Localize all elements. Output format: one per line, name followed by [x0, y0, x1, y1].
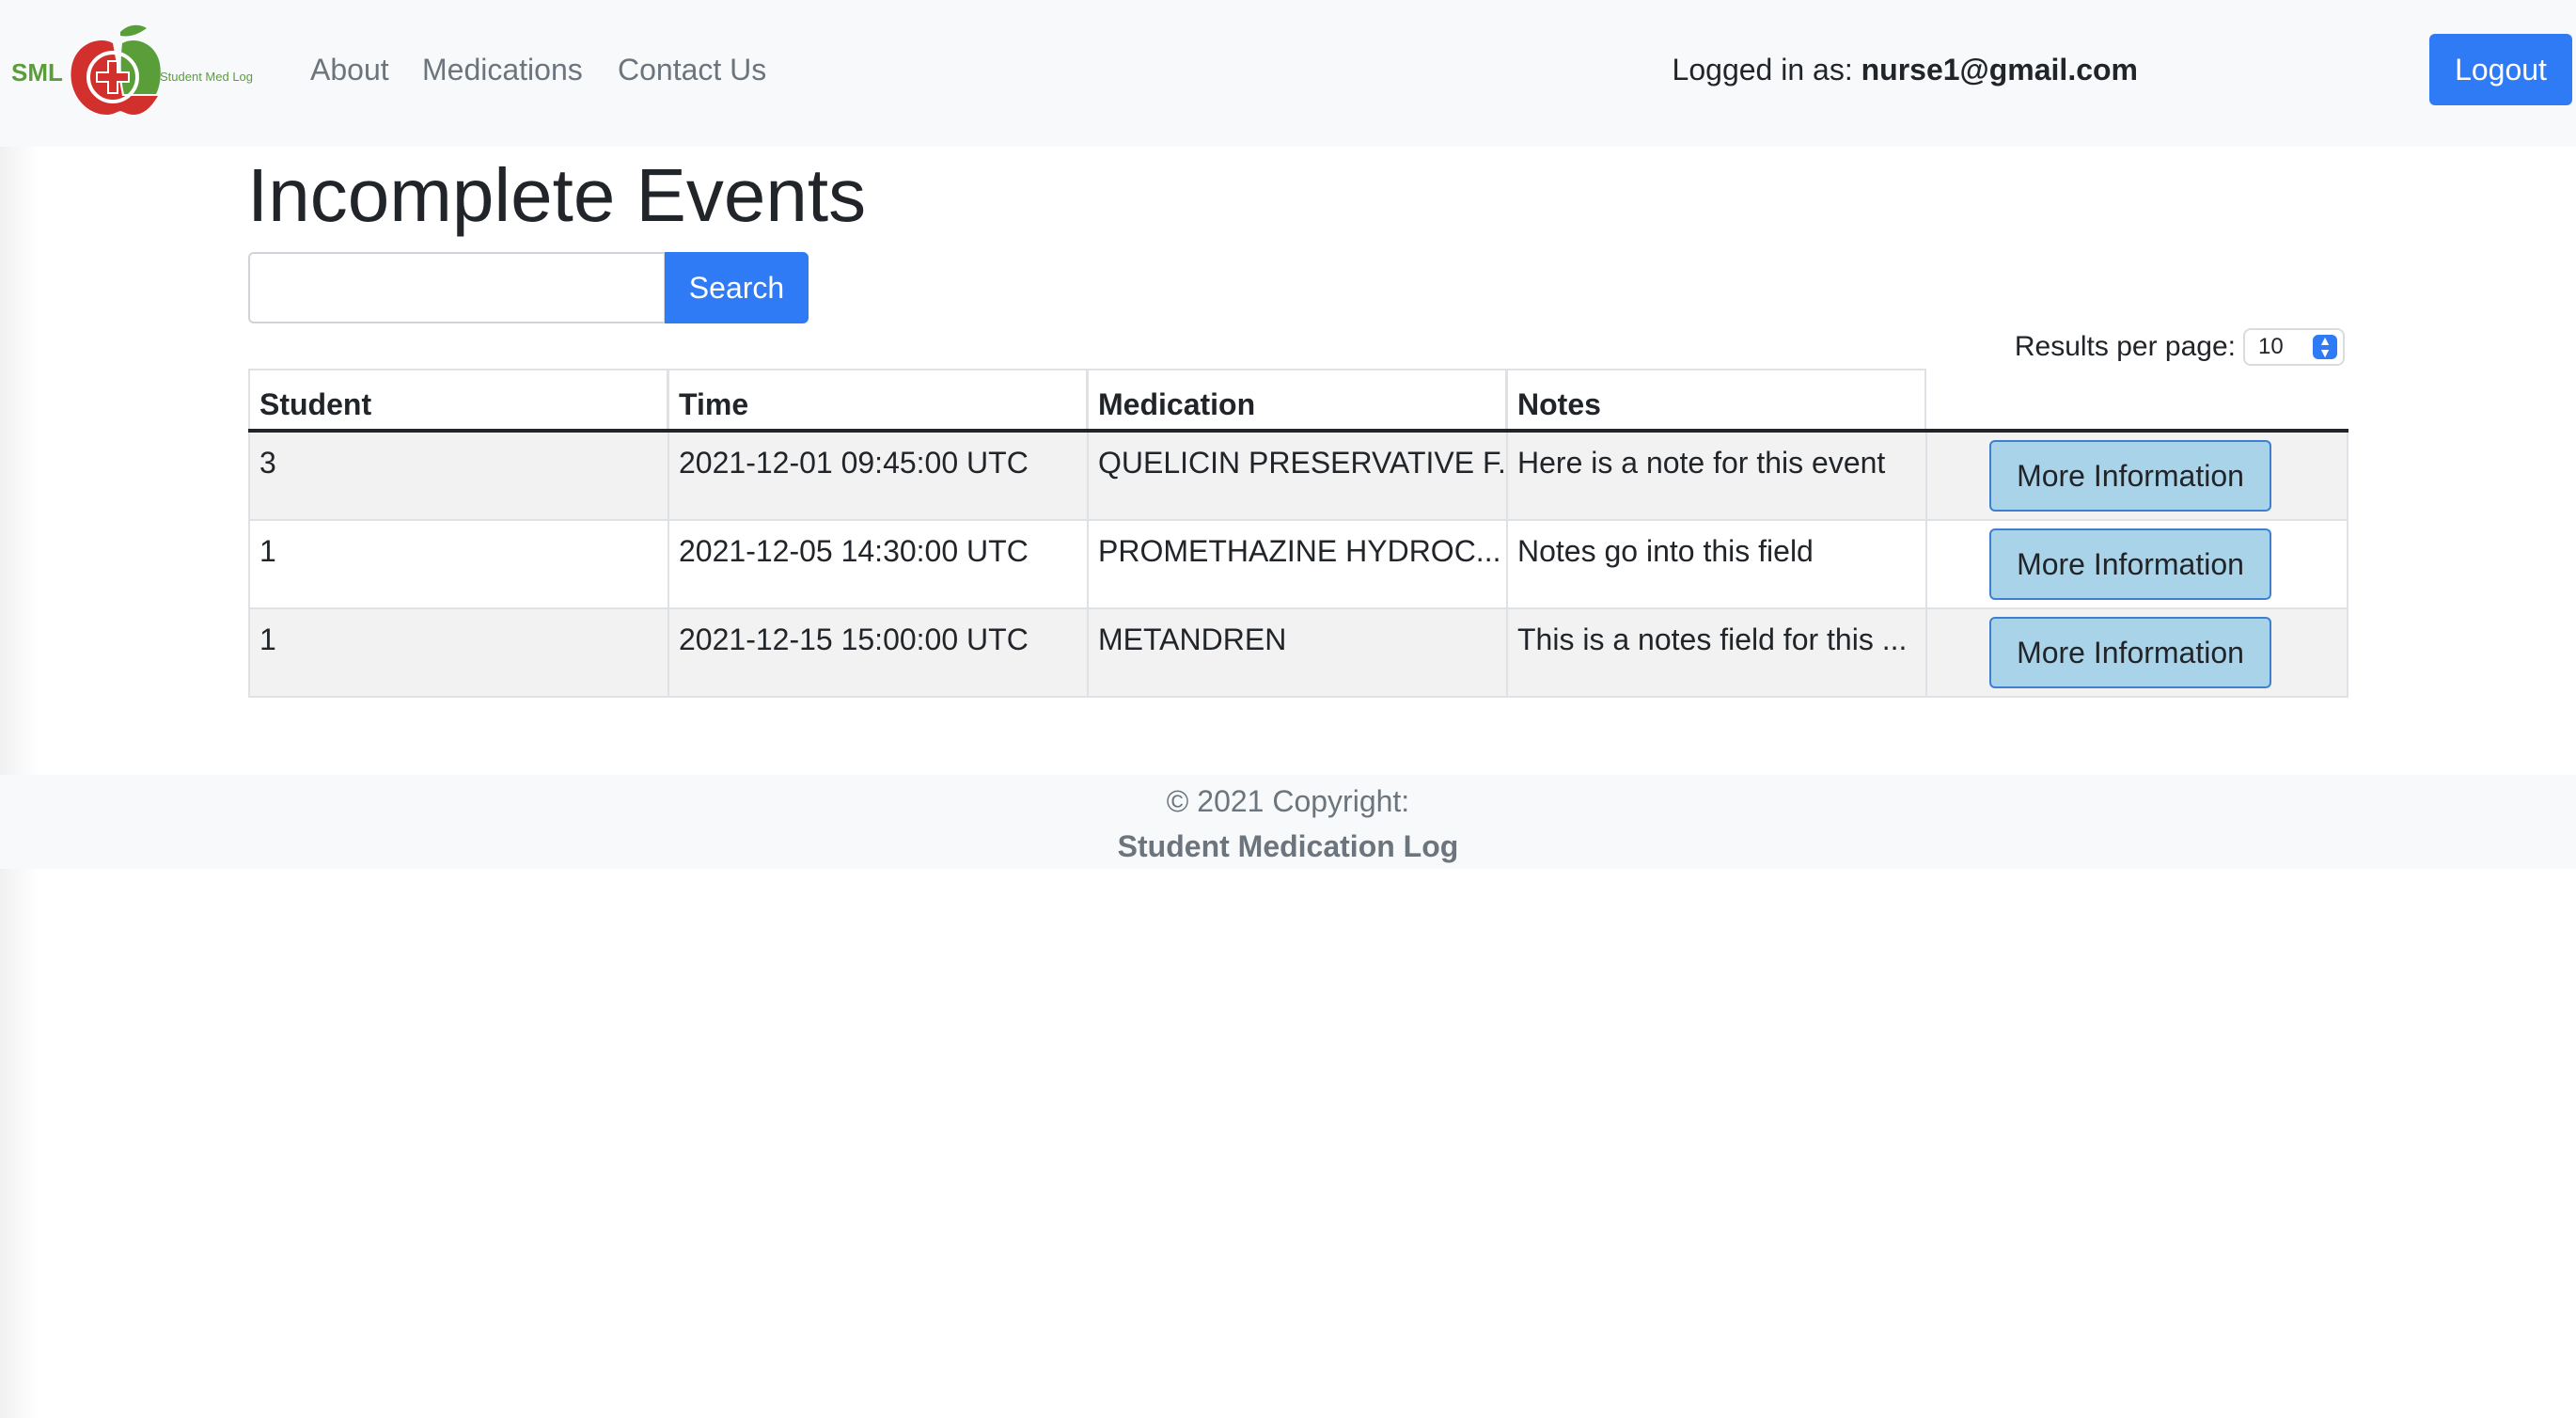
cell-actions: More Information: [1925, 433, 2348, 521]
table-row: 1 2021-12-05 14:30:00 UTC PROMETHAZINE H…: [248, 521, 2348, 609]
svg-text:SML: SML: [11, 58, 63, 87]
search-button[interactable]: Search: [665, 252, 809, 323]
nav-link-medications[interactable]: Medications: [422, 49, 583, 90]
incomplete-events-table: Student Time Medication Notes 3 2021-12-…: [248, 369, 2348, 698]
chevron-updown-icon: ▲ ▼: [2313, 334, 2337, 359]
more-information-button[interactable]: More Information: [1989, 440, 2271, 512]
footer-copyright: © 2021 Copyright:: [1166, 784, 1410, 818]
page-footer: © 2021 Copyright: Student Medication Log: [0, 775, 2576, 869]
logged-in-label: Logged in as:: [1672, 53, 1853, 87]
cell-actions: More Information: [1925, 521, 2348, 609]
cell-time: 2021-12-05 14:30:00 UTC: [668, 521, 1087, 609]
cell-notes: Notes go into this field: [1506, 521, 1925, 609]
cell-time: 2021-12-01 09:45:00 UTC: [668, 433, 1087, 521]
results-per-page-value: 10: [2258, 334, 2284, 359]
nav-link-contact-us[interactable]: Contact Us: [618, 49, 766, 90]
page-edge-shade: [0, 0, 38, 1418]
cell-medication: QUELICIN PRESERVATIVE F...: [1087, 433, 1506, 521]
table-header: Student Time Medication Notes: [248, 369, 2348, 433]
column-header-student: Student: [248, 369, 668, 429]
cell-notes: This is a notes field for this ...: [1506, 609, 1925, 698]
logout-button[interactable]: Logout: [2429, 34, 2572, 105]
search-input[interactable]: [248, 252, 666, 323]
page-title: Incomplete Events: [247, 153, 867, 237]
cell-medication: PROMETHAZINE HYDROC...: [1087, 521, 1506, 609]
results-per-page-select[interactable]: 10 ▲ ▼: [2243, 328, 2345, 366]
column-header-medication: Medication: [1087, 369, 1507, 429]
apple-cross-icon: SML Student Med Log: [11, 24, 253, 115]
cell-student: 3: [248, 433, 668, 521]
svg-text:Student Med Log: Student Med Log: [160, 70, 253, 84]
sml-logo[interactable]: SML Student Med Log: [9, 23, 265, 117]
user-email: nurse1@gmail.com: [1861, 53, 2138, 87]
more-information-button[interactable]: More Information: [1989, 528, 2271, 600]
top-navbar: SML Student Med Log About Medications Co…: [0, 0, 2576, 147]
cell-time: 2021-12-15 15:00:00 UTC: [668, 609, 1087, 698]
cell-medication: METANDREN: [1087, 609, 1506, 698]
cell-student: 1: [248, 521, 668, 609]
nav-link-about[interactable]: About: [310, 49, 389, 90]
more-information-button[interactable]: More Information: [1989, 617, 2271, 688]
logged-in-status: Logged in as: nurse1@gmail.com: [1673, 49, 2138, 90]
cell-notes: Here is a note for this event: [1506, 433, 1925, 521]
table-row: 1 2021-12-15 15:00:00 UTC METANDREN This…: [248, 609, 2348, 698]
table-row: 3 2021-12-01 09:45:00 UTC QUELICIN PRESE…: [248, 433, 2348, 521]
cell-actions: More Information: [1925, 609, 2348, 698]
column-header-time: Time: [668, 369, 1088, 429]
footer-brand-link[interactable]: Student Medication Log: [0, 826, 2576, 867]
column-header-notes: Notes: [1506, 369, 1926, 429]
cell-student: 1: [248, 609, 668, 698]
results-per-page-label: Results per page:: [2014, 331, 2236, 362]
